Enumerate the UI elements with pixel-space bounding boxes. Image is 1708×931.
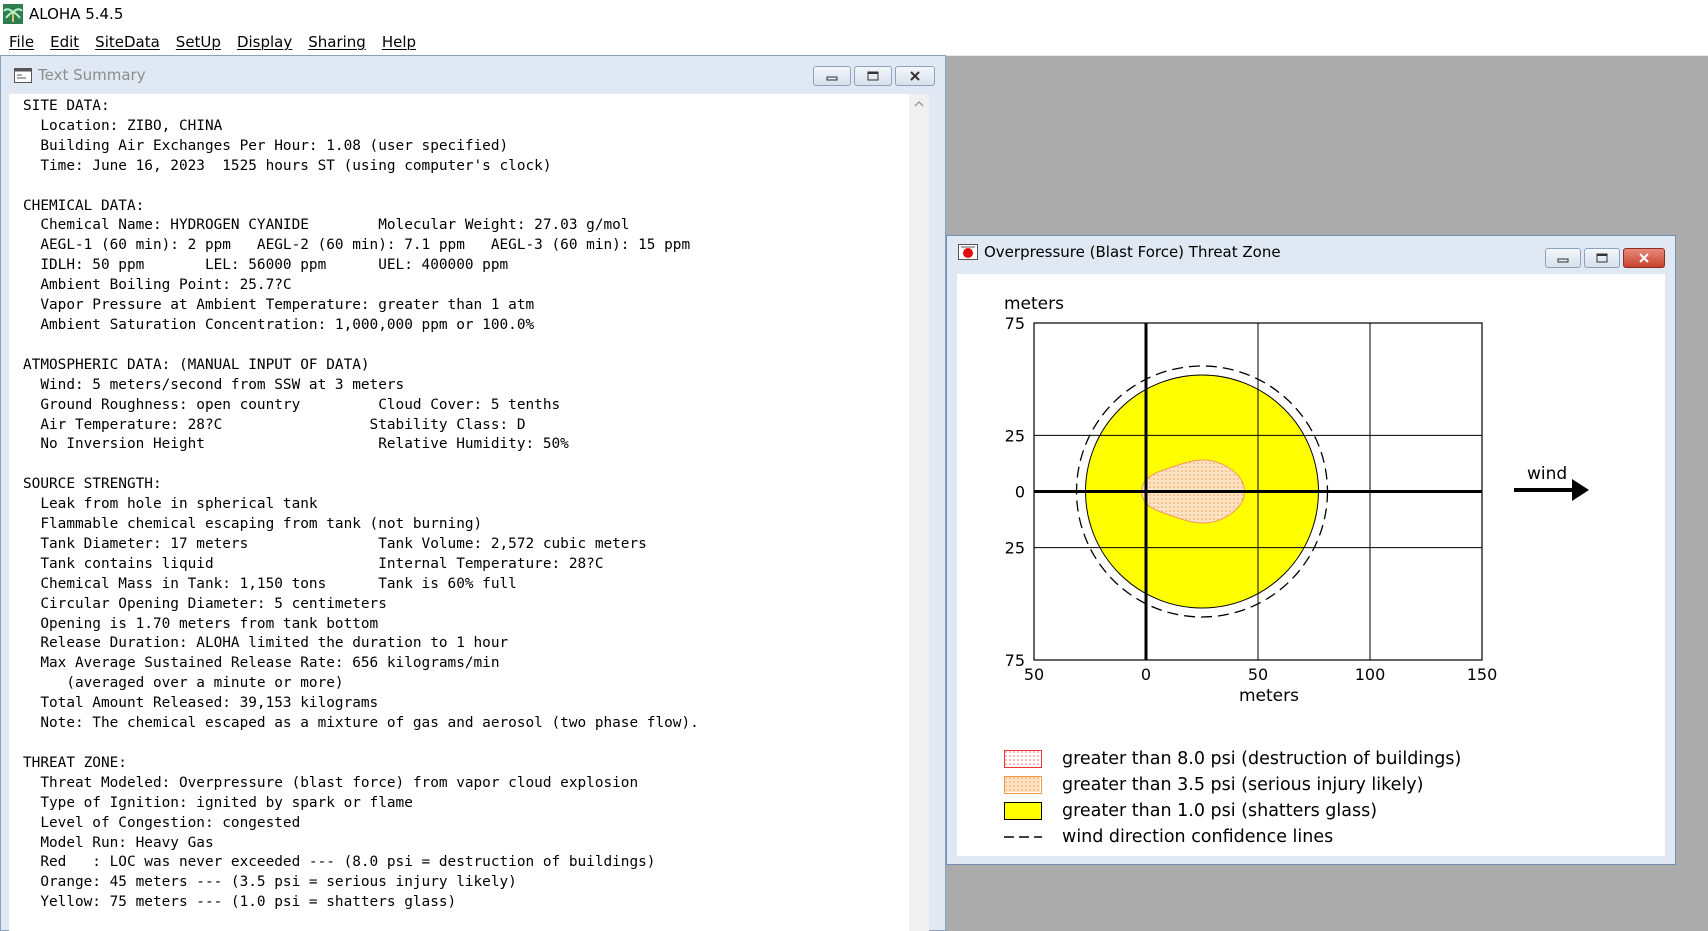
document-icon bbox=[14, 67, 32, 83]
menu-setup[interactable]: SetUp bbox=[176, 33, 221, 51]
threat-close-button[interactable] bbox=[1623, 248, 1665, 268]
minimize-icon bbox=[826, 76, 838, 81]
legend-swatch-red bbox=[1004, 750, 1042, 768]
text-summary-title: Text Summary bbox=[38, 66, 146, 84]
threat-zone-window: Overpressure (Blast Force) Threat Zone 5… bbox=[946, 235, 1676, 865]
maximize-button[interactable] bbox=[854, 66, 892, 86]
legend-item: wind direction confidence lines bbox=[1004, 824, 1461, 850]
text-summary-window: Text Summary SITE DATA: Location: ZIBO, … bbox=[0, 55, 946, 931]
legend-label-yellow: greater than 1.0 psi (shatters glass) bbox=[1062, 801, 1378, 821]
threat-zone-plot-area: 50 0 50 100 150 75 25 0 25 75 meters meters wind … bbox=[957, 274, 1665, 856]
threat-maximize-button[interactable] bbox=[1584, 248, 1620, 268]
close-button[interactable] bbox=[895, 66, 935, 86]
minimize-button[interactable] bbox=[813, 66, 851, 86]
y-tick-label: 0 bbox=[1015, 483, 1025, 502]
menu-file[interactable]: File bbox=[9, 33, 34, 51]
summary-text: SITE DATA: Location: ZIBO, CHINA Buildin… bbox=[23, 98, 699, 911]
threat-zone-icon bbox=[958, 244, 978, 260]
restore-icon bbox=[867, 71, 879, 81]
y-axis-unit-label: meters bbox=[1004, 294, 1064, 314]
menu-sharing[interactable]: Sharing bbox=[308, 33, 366, 51]
legend-item: greater than 8.0 psi (destruction of bui… bbox=[1004, 746, 1461, 772]
x-axis-unit-label: meters bbox=[1239, 686, 1299, 706]
threat-zone-chart: 50 0 50 100 150 75 25 0 25 75 meters meters wind bbox=[1004, 294, 1589, 706]
legend-item: greater than 1.0 psi (shatters glass) bbox=[1004, 798, 1461, 824]
summary-text-area[interactable]: SITE DATA: Location: ZIBO, CHINA Buildin… bbox=[9, 94, 929, 931]
y-tick-label: 75 bbox=[1005, 314, 1025, 333]
y-tick-label: 25 bbox=[1005, 426, 1025, 445]
threat-zone-titlebar[interactable]: Overpressure (Blast Force) Threat Zone bbox=[947, 236, 1675, 268]
x-tick-label: 0 bbox=[1141, 665, 1151, 684]
legend-swatch-dashed bbox=[1004, 828, 1042, 846]
legend-swatch-yellow bbox=[1004, 802, 1042, 820]
close-icon bbox=[1639, 253, 1649, 263]
legend-item: greater than 3.5 psi (serious injury lik… bbox=[1004, 772, 1461, 798]
scroll-up-button[interactable] bbox=[909, 94, 929, 114]
legend-swatch-orange bbox=[1004, 776, 1042, 794]
palm-tree-icon bbox=[3, 4, 23, 24]
menu-sitedata[interactable]: SiteData bbox=[95, 33, 160, 51]
menu-help[interactable]: Help bbox=[382, 33, 416, 51]
x-tick-label: 50 bbox=[1248, 665, 1268, 684]
app-title: ALOHA 5.4.5 bbox=[29, 5, 124, 23]
x-tick-label: 50 bbox=[1024, 665, 1044, 684]
vertical-scrollbar[interactable] bbox=[909, 94, 929, 931]
x-tick-label: 100 bbox=[1355, 665, 1386, 684]
close-icon bbox=[910, 71, 920, 81]
text-summary-titlebar[interactable]: Text Summary bbox=[1, 56, 945, 94]
menu-edit[interactable]: Edit bbox=[50, 33, 79, 51]
threat-zone-title: Overpressure (Blast Force) Threat Zone bbox=[984, 243, 1281, 261]
x-tick-label: 150 bbox=[1467, 665, 1498, 684]
chevron-up-icon bbox=[914, 101, 924, 107]
minimize-icon bbox=[1557, 258, 1569, 263]
legend-label-red: greater than 8.0 psi (destruction of bui… bbox=[1062, 749, 1462, 769]
y-tick-label: 25 bbox=[1005, 539, 1025, 558]
threat-minimize-button[interactable] bbox=[1545, 248, 1581, 268]
y-tick-label: 75 bbox=[1005, 651, 1025, 670]
restore-icon bbox=[1596, 253, 1608, 263]
menu-display[interactable]: Display bbox=[237, 33, 292, 51]
app-titlebar: ALOHA 5.4.5 bbox=[0, 0, 1708, 28]
legend-label-orange: greater than 3.5 psi (serious injury lik… bbox=[1062, 775, 1424, 795]
menu-bar: File Edit SiteData SetUp Display Sharing… bbox=[0, 28, 1708, 56]
legend: greater than 8.0 psi (destruction of bui… bbox=[1004, 746, 1461, 850]
wind-label: wind bbox=[1527, 464, 1567, 484]
legend-label-dashed: wind direction confidence lines bbox=[1062, 827, 1334, 847]
